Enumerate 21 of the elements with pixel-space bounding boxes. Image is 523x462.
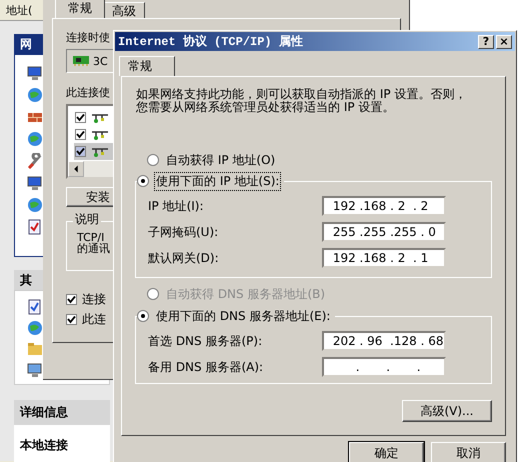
field-label: 备用 DNS 服务器(A): (148, 358, 264, 376)
option-label: 此连 (82, 311, 106, 328)
adapter-name: 3C (93, 54, 108, 68)
details-title: 详细信息 (20, 404, 68, 421)
task-pane-title: 网 (20, 36, 32, 52)
intro-text: 您需要从网络系统管理员处获得适当的 IP 设置。 (136, 101, 396, 114)
field-label: 首选 DNS 服务器(P): (148, 332, 262, 350)
field-label: IP 地址(I): (148, 198, 204, 214)
description-group-label: 说明 (73, 214, 101, 225)
components-label: 此连接使 (66, 85, 110, 100)
option-label: 连接 (82, 291, 106, 308)
connection-name: 本地连接 (20, 437, 69, 454)
field-label: 子网掩码(U): (148, 224, 218, 240)
description-text: TCP/I (77, 232, 104, 243)
intro-text: 如果网络支持此功能，则可以获取自动指派的 IP 设置。否则， (136, 88, 468, 101)
task-pane-title: 其 (20, 272, 32, 288)
connect-using-label: 连接时使 (66, 30, 110, 45)
field-label: 默认网关(D): (148, 250, 219, 266)
address-label: 地址( (6, 2, 32, 18)
description-text: 的通讯 (77, 243, 110, 254)
window-title: Internet 协议 (TCP/IP) 属性 (118, 34, 303, 50)
